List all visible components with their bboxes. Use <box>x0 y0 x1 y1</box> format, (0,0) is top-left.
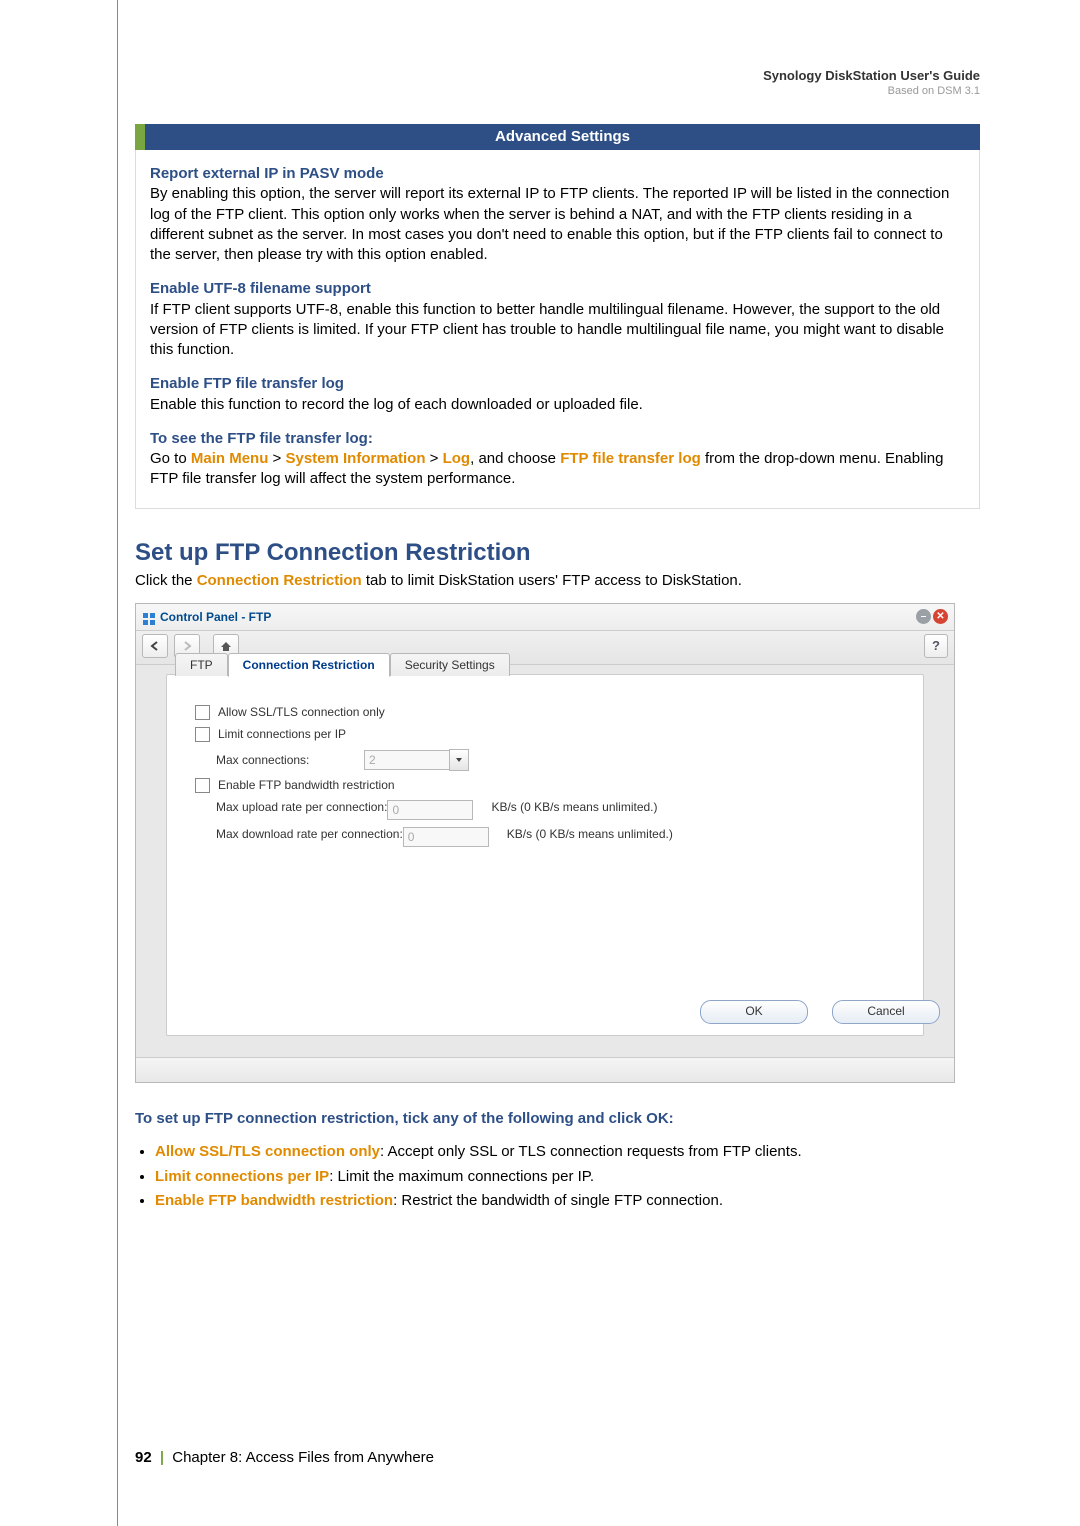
label-max-upload: Max upload rate per connection: <box>216 800 387 816</box>
checkbox-limit-connections[interactable] <box>195 727 210 742</box>
heading-utf8: Enable UTF-8 filename support <box>150 280 371 297</box>
cancel-button[interactable]: Cancel <box>832 1000 940 1024</box>
heading-seelog: To see the FTP file transfer log: <box>150 430 373 447</box>
text-utf8: If FTP client supports UTF-8, enable thi… <box>150 301 944 359</box>
window-titlebar: Control Panel - FTP – ✕ <box>136 604 954 631</box>
close-icon[interactable]: ✕ <box>933 609 948 624</box>
advanced-settings-header: Advanced Settings <box>135 124 980 150</box>
text-ftplog: Enable this function to record the log o… <box>150 396 643 413</box>
page-number: 92 <box>135 1449 152 1466</box>
tab-connection-restriction[interactable]: Connection Restriction <box>228 653 390 677</box>
input-max-download[interactable]: 0 <box>403 827 489 847</box>
guide-title: Synology DiskStation User's Guide <box>763 68 980 83</box>
unit-upload: KB/s (0 KB/s means unlimited.) <box>491 800 657 814</box>
ok-button[interactable]: OK <box>700 1000 808 1024</box>
panel: FTP Connection Restriction Security Sett… <box>166 674 924 1036</box>
minimize-icon[interactable]: – <box>916 609 931 624</box>
dsm-window: Control Panel - FTP – ✕ ? <box>135 603 955 1083</box>
list-item: Allow SSL/TLS connection only: Accept on… <box>155 1141 980 1164</box>
label-max-connections: Max connections: <box>216 753 364 767</box>
label-max-download: Max download rate per connection: <box>216 827 403 843</box>
margin-line <box>117 0 118 1526</box>
dropdown-max-connections[interactable] <box>449 749 469 771</box>
tab-ftp[interactable]: FTP <box>175 653 228 676</box>
checkbox-allow-ssl[interactable] <box>195 705 210 720</box>
text-seelog: Go to Main Menu > System Information > L… <box>150 450 943 487</box>
instr-heading: To set up FTP connection restriction, ti… <box>135 1110 674 1127</box>
list-item: Enable FTP bandwidth restriction: Restri… <box>155 1190 980 1213</box>
page-footer: 92 | Chapter 8: Access Files from Anywhe… <box>135 1449 434 1466</box>
label-enable-bandwidth: Enable FTP bandwidth restriction <box>218 778 395 792</box>
list-item: Limit connections per IP: Limit the maxi… <box>155 1166 980 1189</box>
chapter-label: Chapter 8: Access Files from Anywhere <box>172 1449 434 1466</box>
unit-download: KB/s (0 KB/s means unlimited.) <box>507 827 673 841</box>
help-button[interactable]: ? <box>924 634 948 658</box>
window-title: Control Panel - FTP <box>160 610 271 624</box>
section-heading: Set up FTP Connection Restriction <box>135 539 980 567</box>
footer-separator: | <box>156 1449 168 1466</box>
instr-list: Allow SSL/TLS connection only: Accept on… <box>135 1141 980 1213</box>
synology-logo-icon <box>142 609 156 623</box>
doc-header: Synology DiskStation User's Guide Based … <box>763 68 980 97</box>
text-pasv: By enabling this option, the server will… <box>150 185 949 263</box>
section-intro: Click the Connection Restriction tab to … <box>135 571 980 591</box>
checkbox-enable-bandwidth[interactable] <box>195 778 210 793</box>
heading-pasv: Report external IP in PASV mode <box>150 165 384 182</box>
status-bar <box>136 1057 954 1082</box>
label-allow-ssl: Allow SSL/TLS connection only <box>218 705 385 719</box>
back-button[interactable] <box>142 634 168 658</box>
label-limit-connections: Limit connections per IP <box>218 727 346 741</box>
heading-ftplog: Enable FTP file transfer log <box>150 375 344 392</box>
input-max-connections[interactable]: 2 <box>364 750 450 770</box>
input-max-upload[interactable]: 0 <box>387 800 473 820</box>
advanced-settings-box: Advanced Settings Report external IP in … <box>135 124 980 509</box>
based-on: Based on DSM 3.1 <box>763 85 980 97</box>
tab-security-settings[interactable]: Security Settings <box>390 653 510 676</box>
